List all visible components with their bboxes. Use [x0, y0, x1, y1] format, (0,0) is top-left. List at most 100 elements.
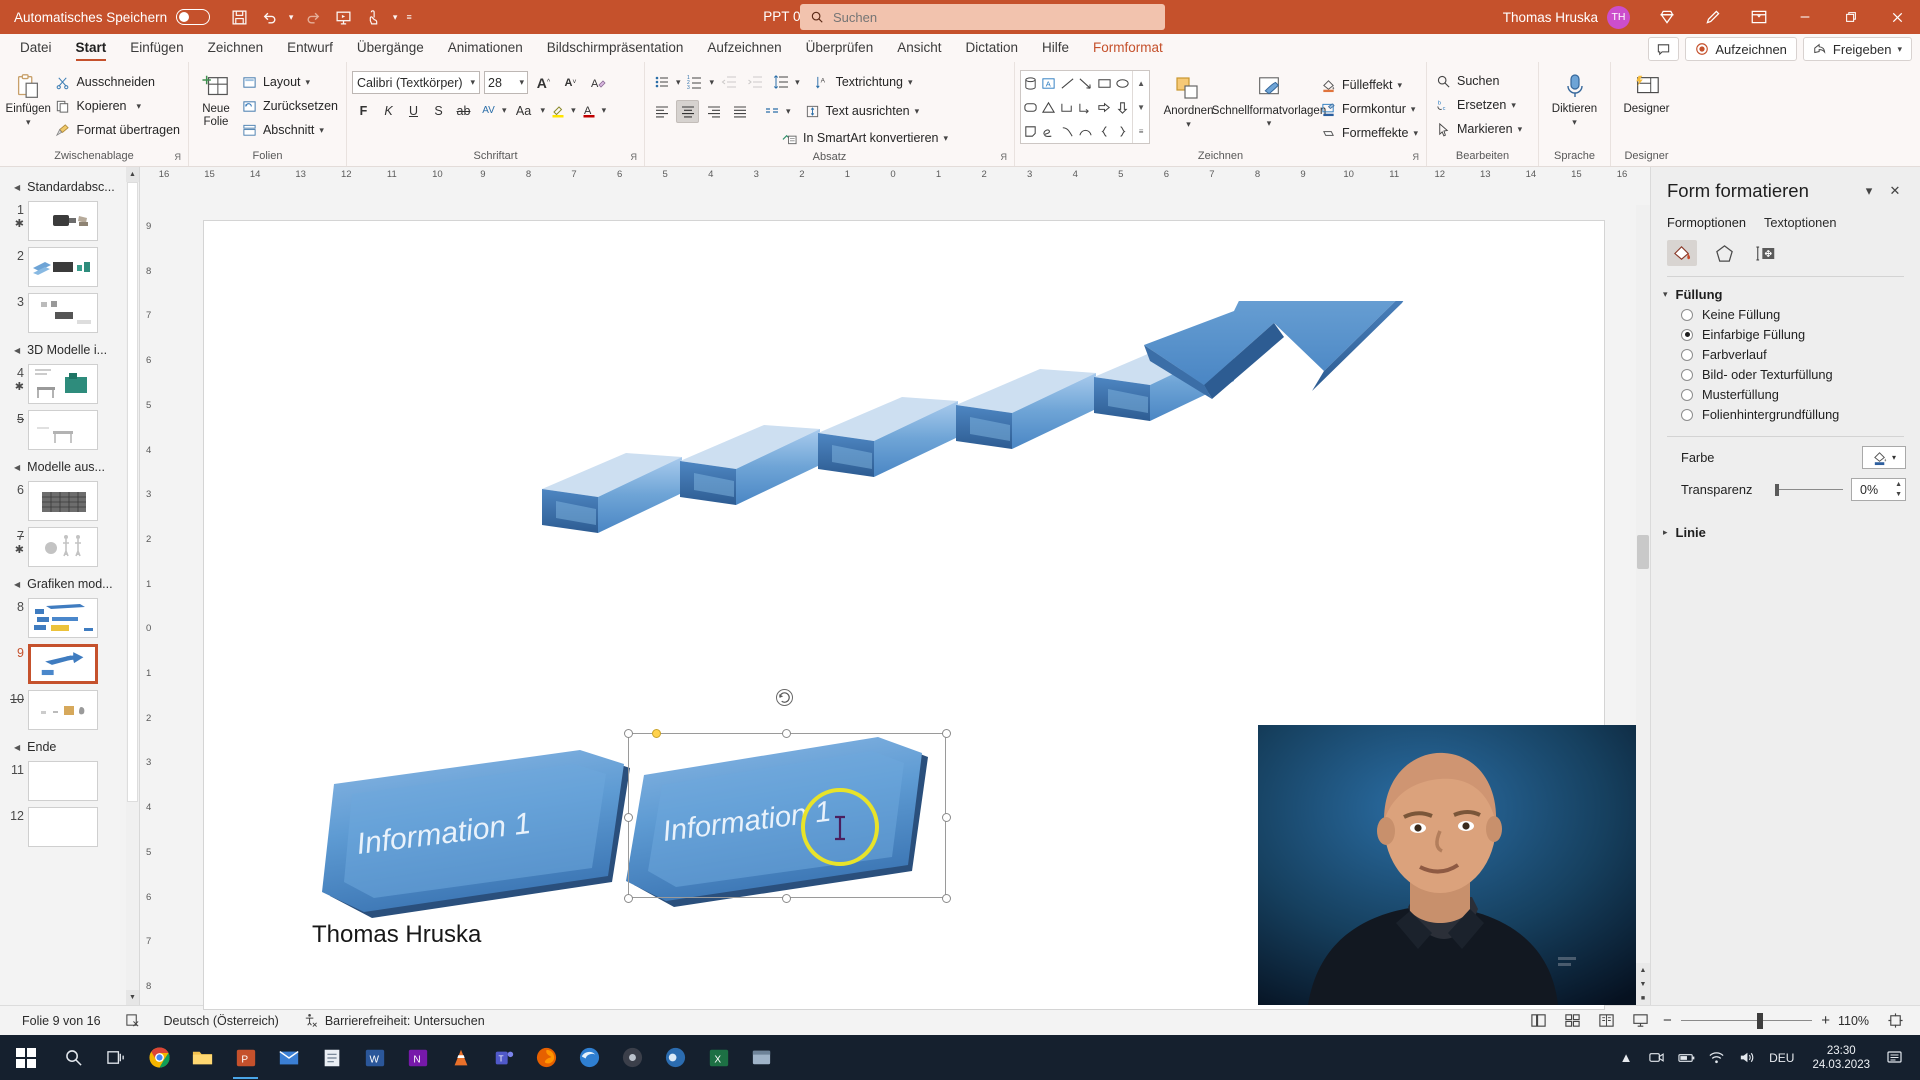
save-icon[interactable] [224, 3, 254, 31]
vlc-icon[interactable] [439, 1035, 482, 1080]
language-indicator[interactable]: Deutsch (Österreich) [152, 1009, 291, 1033]
bullets-button[interactable] [650, 71, 673, 94]
fill-color-button[interactable]: ▾ [1862, 446, 1906, 469]
increase-indent-button[interactable] [743, 71, 766, 94]
italic-button[interactable]: K [377, 99, 400, 122]
file-explorer-icon[interactable] [740, 1035, 783, 1080]
radio-keine-fuellung[interactable] [1681, 308, 1693, 321]
character-spacing-button[interactable]: AV [477, 99, 500, 122]
fill-color-dropdown-icon[interactable]: ▾ [1892, 453, 1896, 462]
reading-view-icon[interactable] [1591, 1009, 1621, 1033]
search-box[interactable] [800, 4, 1165, 30]
align-center-button[interactable] [676, 99, 699, 123]
shape-rounded-rect-icon[interactable] [1021, 95, 1040, 119]
close-button[interactable] [1874, 0, 1920, 34]
paragraph-dialog-launcher-icon[interactable]: Я [1001, 150, 1008, 165]
line-spacing-button[interactable] [769, 71, 792, 94]
normal-view-icon[interactable] [1523, 1009, 1553, 1033]
thumbnail[interactable] [28, 527, 98, 567]
radio-bild-oder-texturfuellung[interactable] [1681, 368, 1693, 381]
wifi-icon[interactable] [1701, 1035, 1731, 1080]
text-direction-button[interactable]: A Textrichtung ▾ [811, 70, 916, 94]
tab-ueberpruefen[interactable]: Überprüfen [794, 34, 886, 62]
slide-thumb-10[interactable]: 10 [0, 687, 139, 733]
align-text-dropdown-icon[interactable]: ▾ [915, 106, 920, 117]
resize-handle-br[interactable] [942, 894, 951, 903]
shape-gallery-scrollbar[interactable]: ▲ ▼ ≡ [1132, 71, 1149, 143]
bold-button[interactable]: F [352, 99, 375, 122]
task-view-icon[interactable] [95, 1035, 138, 1080]
zoom-slider[interactable]: − + [1659, 1009, 1834, 1033]
numbering-dropdown-icon[interactable]: ▾ [710, 77, 715, 88]
shape-gallery-scroll-down-icon[interactable]: ▼ [1133, 95, 1149, 119]
autosave-switch[interactable] [176, 9, 211, 25]
thumbnail[interactable] [28, 807, 98, 847]
fill-option-bild-textur[interactable]: Bild- oder Texturfüllung [1651, 362, 1920, 382]
change-case-dropdown-icon[interactable]: ▾ [541, 105, 546, 116]
tab-ansicht[interactable]: Ansicht [885, 34, 953, 62]
radio-farbverlauf[interactable] [1681, 348, 1693, 361]
notepad-icon[interactable] [310, 1035, 353, 1080]
section-header-3d-modelle[interactable]: ◀ 3D Modelle i... [0, 336, 139, 361]
tab-hilfe[interactable]: Hilfe [1030, 34, 1081, 62]
shape-down-arrow-icon[interactable] [1114, 95, 1133, 119]
mail-icon[interactable] [267, 1035, 310, 1080]
line-section-header[interactable]: ▸ Linie [1651, 515, 1920, 540]
tab-start[interactable]: Start [64, 34, 119, 62]
paste-button[interactable]: Einfügen ▾ [5, 68, 51, 129]
shape-block-arrow-icon[interactable] [1095, 95, 1114, 119]
resize-handle-tr[interactable] [942, 729, 951, 738]
obs-icon[interactable] [654, 1035, 697, 1080]
edge-icon[interactable] [568, 1035, 611, 1080]
shape-outline-dropdown-icon[interactable]: ▾ [1411, 104, 1416, 115]
shape-rectangle-icon[interactable] [1095, 71, 1114, 95]
shape-gallery-expand-icon[interactable]: ≡ [1133, 119, 1149, 143]
underline-button[interactable]: U [402, 99, 425, 122]
folder-icon[interactable] [181, 1035, 224, 1080]
zoom-slider-thumb[interactable] [1757, 1012, 1763, 1029]
spell-check-button[interactable] [113, 1009, 152, 1033]
strikethrough-button[interactable]: ab [452, 99, 475, 122]
ribbon-display-options-icon[interactable] [1736, 0, 1782, 34]
record-button[interactable]: Aufzeichnen [1685, 37, 1797, 61]
powerpoint-icon[interactable]: P [224, 1035, 267, 1080]
tab-aufzeichnen[interactable]: Aufzeichnen [695, 34, 793, 62]
fill-section-header[interactable]: ▾ Füllung [1651, 277, 1920, 302]
clear-formatting-button[interactable]: A [586, 71, 609, 94]
accessibility-button[interactable]: Barrierefreiheit: Untersuchen [291, 1009, 497, 1033]
volume-icon[interactable] [1731, 1035, 1761, 1080]
battery-icon[interactable] [1671, 1035, 1701, 1080]
align-text-button[interactable]: Text ausrichten ▾ [801, 99, 923, 123]
fill-option-folienhintergrund[interactable]: Folienhintergrundfüllung [1651, 402, 1920, 422]
camera-icon[interactable] [1641, 1035, 1671, 1080]
justify-button[interactable] [728, 100, 751, 123]
zoom-in-icon[interactable]: + [1821, 1012, 1830, 1029]
character-spacing-dropdown-icon[interactable]: ▾ [502, 105, 507, 116]
customize-quick-access-icon[interactable]: ≡ [402, 12, 416, 22]
size-and-properties-icon[interactable] [1751, 240, 1781, 266]
media-player-icon[interactable] [611, 1035, 654, 1080]
scroll-down-icon[interactable]: ▼ [126, 990, 139, 1005]
thumbnail[interactable] [28, 761, 98, 801]
slide-thumb-9[interactable]: 9 [0, 641, 139, 687]
arrange-button[interactable]: Anordnen ▾ [1156, 70, 1221, 131]
next-slide-icon[interactable]: ▼ [1636, 977, 1650, 991]
arrange-dropdown-icon[interactable]: ▾ [1186, 118, 1191, 131]
notification-icon[interactable] [1880, 1035, 1910, 1080]
replace-button[interactable]: bc Ersetzen ▾ [1432, 93, 1525, 117]
decrease-font-size-button[interactable]: A ˅ [559, 71, 582, 94]
vertical-ruler[interactable]: 9 8 7 6 5 4 3 2 1 0 1 2 3 4 5 6 7 8 [140, 183, 164, 1005]
dictate-button[interactable]: Diktieren ▾ [1545, 68, 1605, 129]
convert-to-smartart-button[interactable]: In SmartArt konvertieren ▾ [778, 126, 951, 150]
horizontal-ruler[interactable]: 16 15 14 13 12 11 10 9 8 7 6 5 4 3 2 1 0 1 2 3 4 5 6 7 8 9 10 11 12 1… [159, 167, 1627, 183]
thumbnail[interactable] [28, 201, 98, 241]
language-indicator-taskbar[interactable]: DEU [1761, 1051, 1802, 1065]
new-slide-button[interactable]: Neue Folie [194, 68, 238, 129]
drawing-dialog-launcher-icon[interactable]: Я [1413, 150, 1420, 165]
shape-gallery[interactable]: A ▲ ▼ ≡ [1020, 70, 1151, 144]
thumbnail[interactable] [28, 690, 98, 730]
cut-button[interactable]: Ausschneiden [51, 70, 183, 94]
tab-zeichnen[interactable]: Zeichnen [196, 34, 276, 62]
minimize-button[interactable] [1782, 0, 1828, 34]
touch-dropdown-icon[interactable]: ▾ [388, 12, 402, 23]
